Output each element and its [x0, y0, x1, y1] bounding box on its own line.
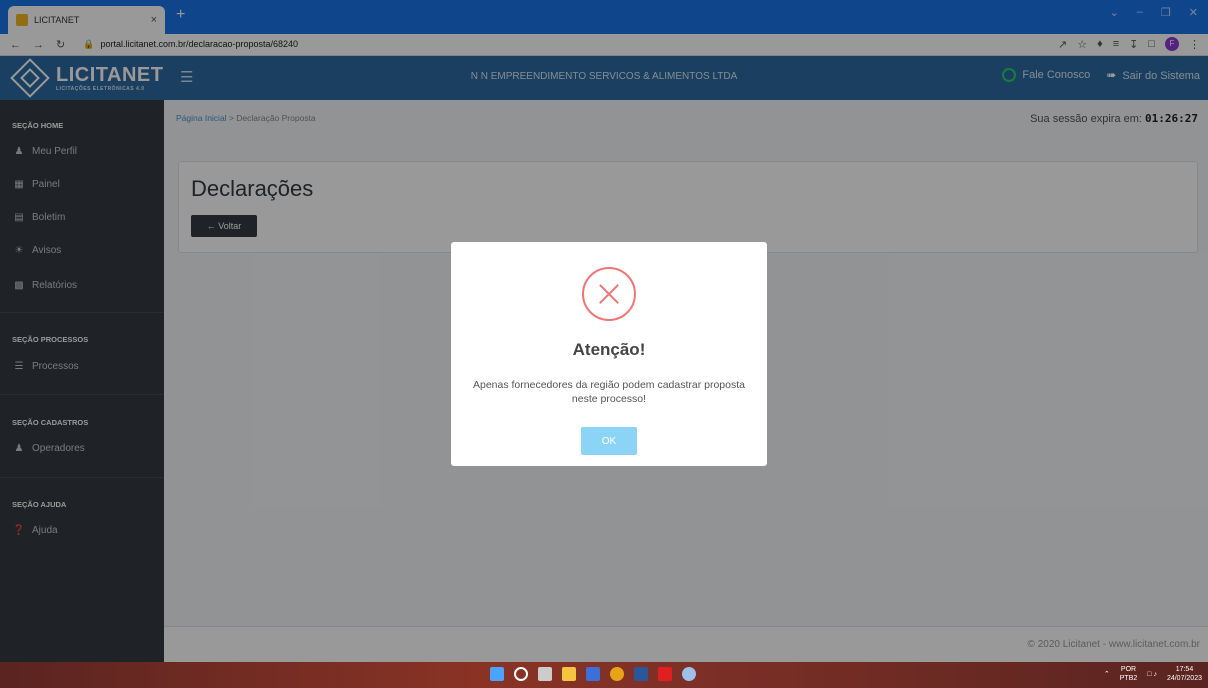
- modal-title: Atenção!: [572, 340, 646, 359]
- task-view-icon[interactable]: [538, 667, 552, 681]
- language-indicator[interactable]: POR PTB2: [1120, 665, 1138, 683]
- start-icon[interactable]: [490, 667, 504, 681]
- settings-icon[interactable]: [682, 667, 696, 681]
- search-icon[interactable]: [514, 667, 528, 681]
- ok-button[interactable]: OK: [581, 427, 637, 455]
- alert-modal: Atenção! Apenas fornecedores da região p…: [451, 242, 767, 466]
- store-icon[interactable]: [586, 667, 600, 681]
- error-x-icon: [582, 267, 636, 321]
- modal-message: Apenas fornecedores da região podem cada…: [472, 379, 745, 405]
- tray-chevron-icon[interactable]: ⌃: [1104, 670, 1110, 678]
- taskbar-apps: [490, 667, 696, 681]
- network-volume-icon[interactable]: □ ♪: [1147, 671, 1157, 678]
- chrome-icon[interactable]: [610, 667, 624, 681]
- file-explorer-icon[interactable]: [562, 667, 576, 681]
- acrobat-icon[interactable]: [658, 667, 672, 681]
- word-icon[interactable]: [634, 667, 648, 681]
- windows-taskbar: ⌃ POR PTB2 □ ♪ 17:54 24/07/2023: [0, 662, 1208, 688]
- system-tray: ⌃ POR PTB2 □ ♪ 17:54 24/07/2023: [1104, 665, 1202, 683]
- taskbar-clock[interactable]: 17:54 24/07/2023: [1167, 665, 1202, 683]
